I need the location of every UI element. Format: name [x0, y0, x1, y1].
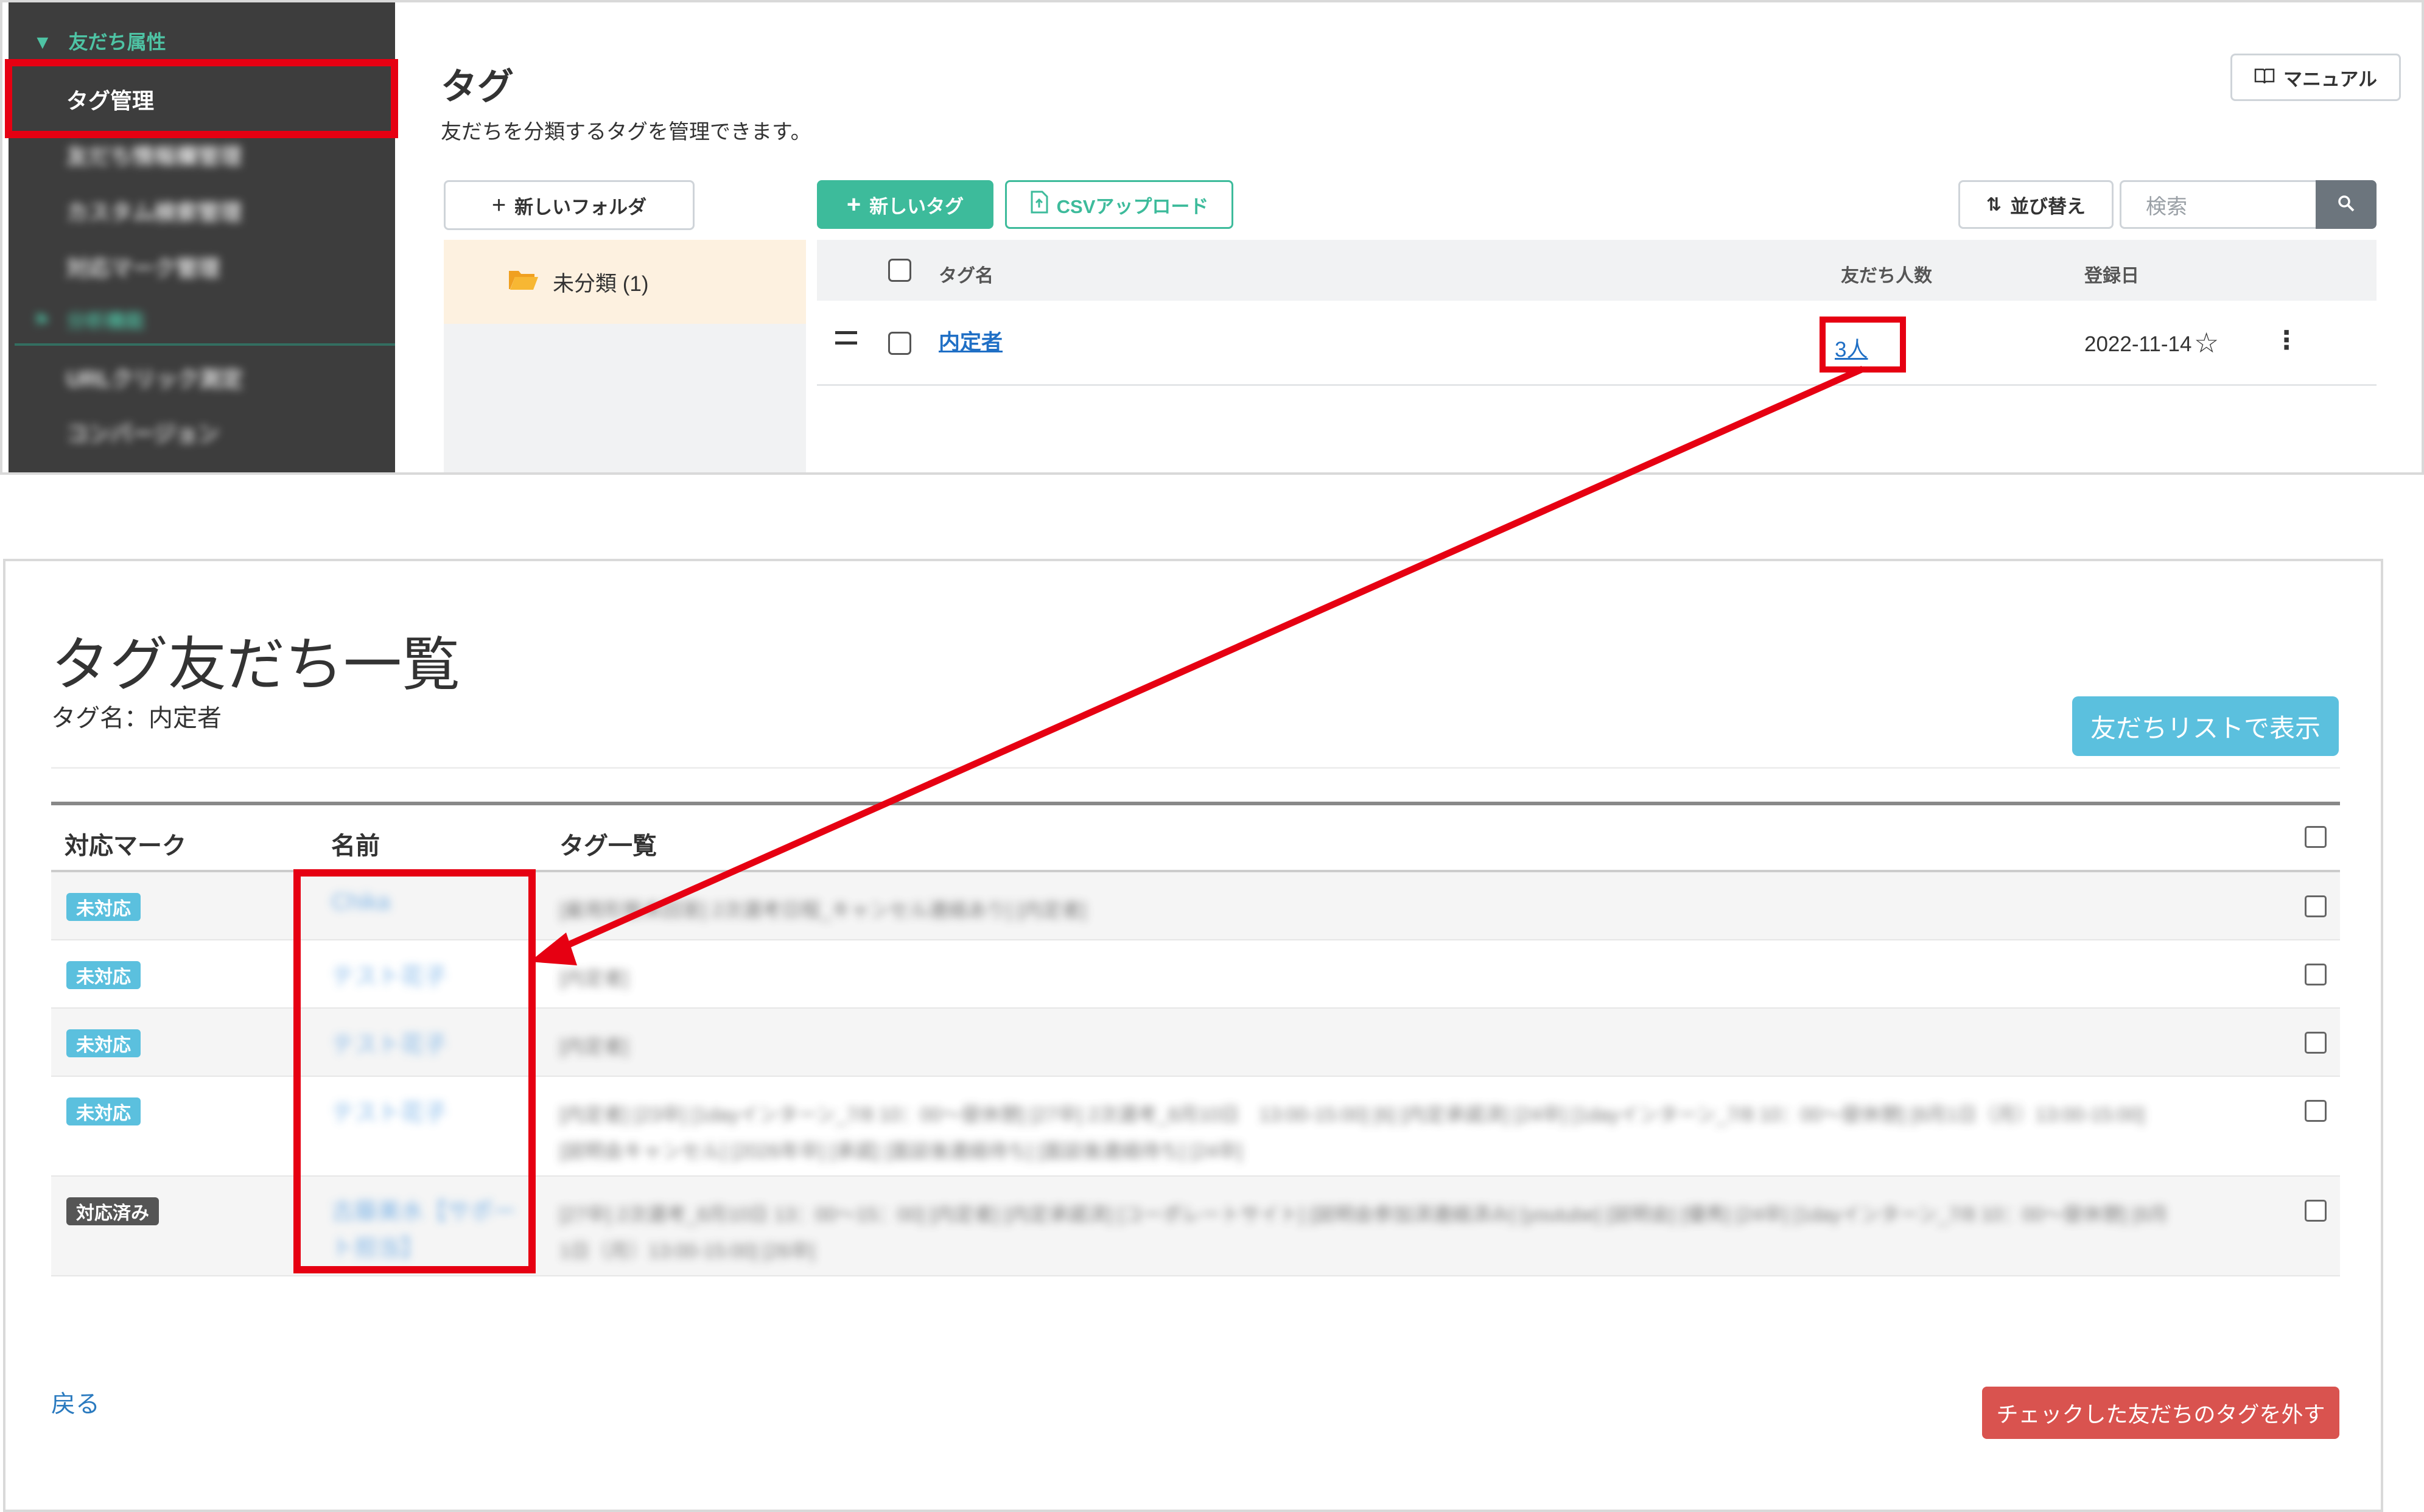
search-button[interactable] — [2316, 180, 2377, 229]
tag-name-label: タグ名：内定者 — [51, 705, 222, 732]
tag-table: タグ名 友だち人数 登録日 内定者 3人 2022-11-14 ☆ ⋮ — [817, 240, 2377, 386]
header-tag-name: タグ名 — [939, 266, 993, 286]
flag-icon: ⚑ — [33, 310, 51, 332]
sidebar-item-url-click[interactable]: URLクリック測定 — [66, 362, 243, 393]
header-name: 名前 — [331, 833, 380, 859]
table-header: 対応マーク 名前 タグ一覧 — [51, 805, 2340, 872]
status-badge: 未対応 — [66, 1029, 141, 1057]
new-tag-button[interactable]: + 新しいタグ — [817, 180, 993, 229]
header-registered-date: 登録日 — [2084, 266, 2139, 286]
sort-button[interactable]: ⇅ 並び替え — [1958, 180, 2114, 229]
folder-open-icon — [508, 267, 539, 297]
star-icon[interactable]: ☆ — [2194, 326, 2219, 359]
tag-list: [内定者] — [559, 967, 629, 989]
status-badge: 未対応 — [66, 961, 141, 989]
tag-list: [内定者] — [559, 1035, 629, 1057]
highlight-box-friend-count — [1820, 317, 1906, 373]
sidebar-divider — [15, 343, 395, 346]
folder-panel: 未分類 (1) — [444, 240, 806, 472]
show-in-friend-list-button[interactable]: 友だちリストで表示 — [2072, 696, 2339, 756]
status-badge: 未対応 — [66, 1097, 141, 1125]
tag-table-header: タグ名 友だち人数 登録日 — [817, 240, 2377, 301]
new-folder-button[interactable]: + 新しいフォルダ — [444, 180, 695, 230]
select-all-checkbox[interactable] — [2305, 826, 2327, 848]
status-badge: 未対応 — [66, 893, 141, 921]
header-friend-count: 友だち人数 — [1841, 266, 1932, 286]
search-input[interactable]: 検索 — [2120, 180, 2317, 229]
header-tags: タグ一覧 — [559, 833, 657, 859]
remove-tag-button[interactable]: チェックした友だちのタグを外す — [1982, 1387, 2339, 1439]
tag-main: タグ 友だちを分類するタグを管理できます。 マニュアル + 新しいフォルダ + … — [404, 2, 2422, 472]
sidebar-item-custom-search[interactable]: カスタム検索管理 — [66, 195, 242, 226]
tag-name-link[interactable]: 内定者 — [939, 325, 1003, 356]
csv-upload-button[interactable]: CSVアップロード — [1005, 180, 1233, 229]
plus-icon: + — [846, 191, 861, 218]
page-description: 友だちを分類するタグを管理できます。 — [441, 121, 811, 144]
manual-button[interactable]: マニュアル — [2230, 54, 2401, 101]
filter-icon: ▼ — [33, 31, 52, 53]
book-icon — [2254, 66, 2275, 88]
file-upload-icon — [1030, 191, 1048, 219]
divider — [51, 767, 2340, 769]
registered-date: 2022-11-14 — [2084, 332, 2192, 356]
row-checkbox[interactable] — [2305, 1032, 2327, 1054]
status-badge: 対応済み — [66, 1197, 159, 1225]
tag-management-screen: ▼ 友だち属性 タグ管理 友だち情報欄管理 カスタム検索管理 対応マーク管理 ⚑… — [0, 0, 2424, 475]
header-mark: 対応マーク — [65, 833, 186, 859]
row-checkbox[interactable] — [2305, 964, 2327, 985]
plus-icon: + — [491, 191, 506, 219]
back-link[interactable]: 戻る — [51, 1384, 100, 1419]
row-checkbox[interactable] — [2305, 1200, 2327, 1222]
sidebar-item-friend-info[interactable]: 友だち情報欄管理 — [66, 139, 242, 170]
folder-item-uncategorized[interactable]: 未分類 (1) — [444, 240, 806, 324]
tag-list: [27卒] 2次選考_8月10日 13：00〜15：00] [内定者] [内定承… — [559, 1203, 2168, 1262]
row-checkbox[interactable] — [2305, 1100, 2327, 1122]
highlight-box-friend-names — [293, 869, 536, 1273]
select-all-checkbox[interactable] — [888, 259, 911, 282]
highlight-box-tag-management — [5, 59, 398, 138]
drag-handle-icon[interactable] — [835, 331, 857, 345]
table-row: 内定者 3人 2022-11-14 ☆ ⋮ — [817, 301, 2377, 386]
row-checkbox[interactable] — [2305, 895, 2327, 917]
sort-icon: ⇅ — [1986, 194, 2002, 215]
row-checkbox[interactable] — [888, 332, 911, 355]
page-title: タグ友だち一覧 — [51, 631, 460, 699]
sidebar-section-analytics: ⚑ 分析機能 — [33, 310, 145, 332]
sidebar-item-mark-management[interactable]: 対応マーク管理 — [66, 251, 220, 282]
sidebar-item-conversion[interactable]: コンバージョン — [66, 416, 219, 448]
page-title: タグ — [441, 66, 514, 107]
search-icon — [2337, 194, 2355, 215]
tag-list: [内定者] [23卒] [1dayインターン_7/8 10：00〜昼休憩] [2… — [559, 1104, 2145, 1162]
tag-list: [雇用形態未回答] 2次選考日程_キャンセル連絡あり] [内定者] — [559, 899, 1087, 921]
sidebar-section-friend-attributes: ▼ 友だち属性 — [33, 31, 166, 53]
more-vertical-icon[interactable]: ⋮ — [2274, 325, 2299, 355]
